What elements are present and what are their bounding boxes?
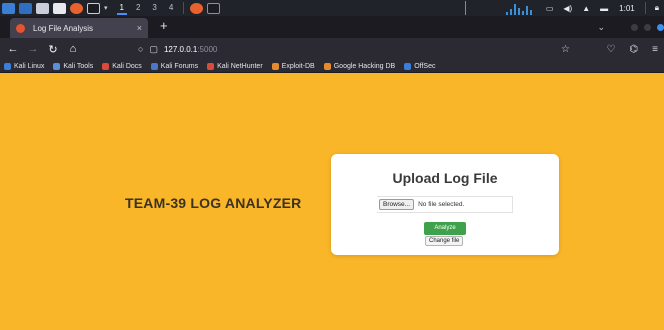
workspace-4[interactable]: 4 [166,1,176,15]
new-tab-button[interactable]: + [160,16,168,36]
files-icon[interactable] [36,2,49,14]
google-hacking-db-icon [323,62,331,70]
terminal-window-icon[interactable] [207,2,221,14]
kali-nethunter-icon [207,62,215,70]
offsec-icon [404,62,412,70]
terminal-window-icon[interactable] [87,2,100,14]
window-minimize-button[interactable] [631,23,638,31]
os-taskbar: ▾ 1 2 3 4 ▭ ◀) ▲ ▬ 1:01 🔒︎ [0,0,664,16]
kali-tools-icon [53,62,61,70]
bookmarks-bar: Kali Linux Kali Tools Kali Docs Kali For… [0,60,664,73]
bookmark-google-hacking-db[interactable]: Google Hacking DB [323,62,396,70]
upload-heading: Upload Log File [392,170,498,186]
page-title: TEAM-39 LOG ANALYZER [125,195,302,211]
pocket-icon[interactable]: ♡ [606,44,615,55]
bookmark-label: Google Hacking DB [333,62,396,70]
exploit-db-icon [271,62,279,70]
bookmark-star-icon[interactable]: ☆ [561,44,570,55]
kali-menu-icon[interactable] [2,2,15,14]
change-file-button[interactable]: Change file [425,236,464,246]
url-port: :5000 [197,44,218,54]
browser-nav-bar: ← → ↻ ⌂ ○ ▢ 127.0.0.1 :5000 ☆ ♡ ⌬ ≡ [0,38,664,60]
extensions-icon[interactable]: ⌬ [629,44,638,55]
taskbar-clock[interactable]: 1:01 [619,4,635,13]
taskbar-divider [183,2,185,14]
bookmark-kali-forums[interactable]: Kali Forums [150,62,199,70]
browse-button[interactable]: Browse... [379,199,415,210]
file-status-text: No file selected. [418,201,465,208]
page-viewport: TEAM-39 LOG ANALYZER Upload Log File Bro… [0,73,664,330]
workspace-2[interactable]: 2 [133,1,143,15]
chevron-down-icon[interactable]: ▾ [104,4,108,12]
bookmark-kali-tools[interactable]: Kali Tools [53,62,94,70]
menu-icon[interactable]: ≡ [652,44,658,55]
bookmark-kali-docs[interactable]: Kali Docs [102,62,142,70]
text-editor-icon[interactable] [53,2,66,14]
back-arrow-icon[interactable]: ← [6,43,20,55]
firefox-window-icon[interactable] [190,2,204,14]
bookmark-label: OffSec [414,62,436,70]
tab-title: Log File Analysis [33,23,94,33]
bookmark-label: Kali Docs [112,62,142,70]
kali-linux-icon [4,62,11,70]
workspace-3[interactable]: 3 [149,1,159,15]
workspace-1[interactable]: 1 [116,1,127,15]
bookmark-kali-nethunter[interactable]: Kali NetHunter [207,62,263,70]
kali-forums-icon [150,62,158,70]
close-icon[interactable]: × [137,23,142,33]
tab-favicon-icon [16,23,25,33]
analyze-button[interactable]: Analyze [424,222,466,235]
cpu-usage-graph [464,1,535,15]
tab-log-file-analysis[interactable]: Log File Analysis × [10,18,148,38]
notification-bell-icon[interactable]: ▲ [582,4,590,13]
taskbar-divider [644,2,646,14]
url-bar[interactable]: ○ ▢ 127.0.0.1 :5000 ☆ [138,41,574,57]
bookmark-label: Kali Tools [63,62,94,70]
forward-arrow-icon[interactable]: → [26,43,40,55]
kali-docs-icon [102,62,110,70]
bookmark-label: Kali NetHunter [217,62,263,70]
bookmark-label: Kali Linux [14,62,45,70]
reload-icon[interactable]: ↻ [46,43,60,56]
page-info-icon[interactable]: ▢ [149,44,158,55]
bookmark-offsec[interactable]: OffSec [404,62,436,70]
lock-icon[interactable]: 🔒︎ [655,3,659,13]
terminal-icon[interactable] [19,2,32,14]
browser-tab-strip: Log File Analysis × + ⌄ [0,16,664,38]
window-icon[interactable]: ▭ [546,4,554,13]
bookmark-exploit-db[interactable]: Exploit-DB [271,62,315,70]
url-host: 127.0.0.1 [163,44,198,54]
window-close-button[interactable] [657,23,664,31]
workspace-switcher: 1 2 3 4 [114,0,180,16]
volume-icon[interactable]: ◀) [563,4,572,13]
list-all-tabs-chevron-icon[interactable]: ⌄ [597,22,605,33]
battery-icon[interactable]: ▬ [600,4,608,13]
bookmark-label: Exploit-DB [281,62,315,70]
window-maximize-button[interactable] [644,23,651,31]
home-icon[interactable]: ⌂ [66,43,80,55]
bookmark-label: Kali Forums [160,62,199,70]
file-input[interactable]: Browse... No file selected. [377,196,513,213]
search-icon: ○ [138,44,144,54]
firefox-icon[interactable] [70,2,83,14]
bookmark-kali-linux[interactable]: Kali Linux [4,62,45,70]
upload-card: Upload Log File Browse... No file select… [331,154,559,255]
